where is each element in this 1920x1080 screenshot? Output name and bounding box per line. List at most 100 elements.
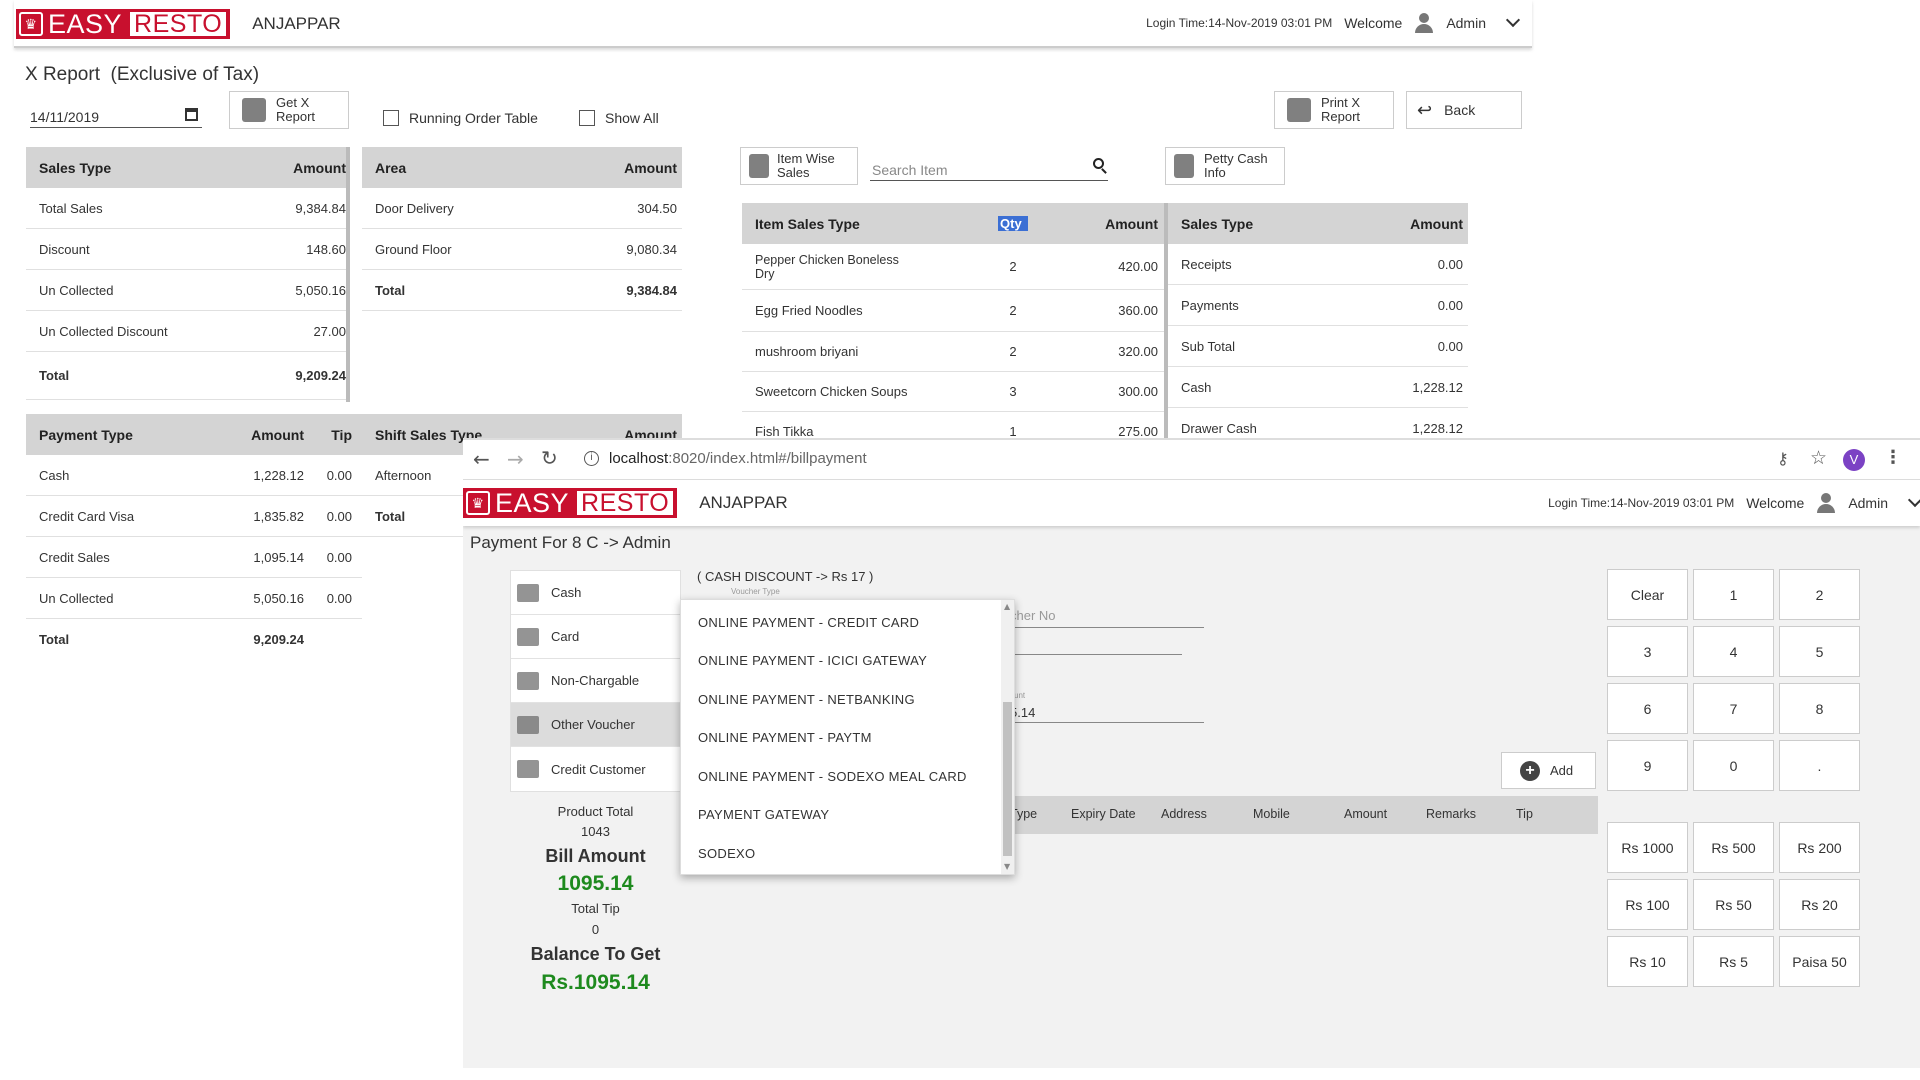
money-20[interactable]: Rs 20 xyxy=(1779,879,1860,930)
profile-avatar[interactable]: V xyxy=(1843,449,1865,471)
item-qty: 2 xyxy=(1009,344,1017,359)
method-other-voucher[interactable]: Other Voucher xyxy=(511,703,680,747)
money-200[interactable]: Rs 200 xyxy=(1779,822,1860,873)
info-icon[interactable]: i xyxy=(584,451,599,466)
row-label: Receipts xyxy=(1181,256,1232,272)
chevron-down-icon[interactable] xyxy=(1505,12,1521,28)
back-button[interactable]: ↩ Back xyxy=(1406,91,1522,129)
kebab-menu-icon[interactable]: ⋮ xyxy=(1884,447,1902,468)
dropdown-option[interactable]: ONLINE PAYMENT - SODEXO MEAL CARD xyxy=(681,757,1014,796)
dropdown-option[interactable]: ONLINE PAYMENT - NETBANKING xyxy=(681,680,1014,719)
col-header: Area xyxy=(375,159,407,176)
dropdown-option[interactable]: PAYMENT GATEWAY xyxy=(681,796,1014,835)
logo[interactable]: ♛ EASY RESTO ANJAPPAR xyxy=(16,9,341,39)
row-amount: 9,384.84 xyxy=(295,200,346,216)
card-icon xyxy=(517,627,539,646)
voucher-detail-field[interactable] xyxy=(1010,635,1182,655)
reload-icon[interactable]: ↻ xyxy=(541,446,558,470)
user-name[interactable]: Admin xyxy=(1446,15,1486,31)
checkbox-box[interactable] xyxy=(579,110,595,126)
key-9[interactable]: 9 xyxy=(1607,740,1688,791)
show-all-checkbox[interactable]: Show All xyxy=(579,110,659,126)
scrollbar-thumb[interactable] xyxy=(1003,702,1012,856)
key-3[interactable]: 3 xyxy=(1607,626,1688,677)
date-field[interactable]: 14/11/2019 xyxy=(30,104,202,128)
row-amount: 1,228.12 xyxy=(253,467,304,483)
table-row: Cash 1,228.12 xyxy=(1168,367,1468,408)
key-6[interactable]: 6 xyxy=(1607,683,1688,734)
row-label: Total xyxy=(39,631,70,647)
get-x-report-button[interactable]: Get X Report xyxy=(229,91,349,129)
back-arrow-icon[interactable]: ← xyxy=(473,447,490,471)
table-row: Un Collected 5,050.16 xyxy=(26,270,346,311)
method-card[interactable]: Card xyxy=(511,615,680,659)
table-row: Ground Floor 9,080.34 xyxy=(362,229,682,270)
checkbox-box[interactable] xyxy=(383,110,399,126)
method-label: Cash xyxy=(551,585,582,600)
customer-icon xyxy=(517,760,539,778)
method-non-chargable[interactable]: Non-Chargable xyxy=(511,659,680,703)
row-tip: 0.00 xyxy=(326,467,352,483)
dropdown-option[interactable]: ONLINE PAYMENT - CREDIT CARD xyxy=(681,603,1014,642)
url-host: localhost xyxy=(609,450,669,467)
address-bar[interactable]: localhost:8020/index.html#/billpayment xyxy=(609,450,867,467)
user-name[interactable]: Admin xyxy=(1848,495,1888,511)
col-header-qty[interactable]: Qty xyxy=(998,216,1028,231)
row-label: Ground Floor xyxy=(375,241,452,257)
app-header: ♛ EASY RESTO ANJAPPAR Login Time:14-Nov-20… xyxy=(14,0,1532,48)
print-x-report-button[interactable]: Print X Report xyxy=(1274,91,1394,129)
key-8[interactable]: 8 xyxy=(1779,683,1860,734)
money-5[interactable]: Rs 5 xyxy=(1693,936,1774,987)
back-label: Back xyxy=(1444,102,1476,118)
money-100[interactable]: Rs 100 xyxy=(1607,879,1688,930)
star-icon[interactable]: ☆ xyxy=(1810,447,1827,469)
key-0[interactable]: 0 xyxy=(1693,740,1774,791)
key-2[interactable]: 2 xyxy=(1779,569,1860,620)
chef-hat-icon: ♛ xyxy=(466,491,490,515)
dropdown-scrollbar[interactable]: ▲ ▼ xyxy=(1001,600,1014,874)
add-button[interactable]: + Add xyxy=(1501,752,1596,789)
user-icon xyxy=(1414,13,1434,33)
col-header: Expiry Date xyxy=(1071,807,1136,821)
petty-cash-info-button[interactable]: Petty Cash Info xyxy=(1165,147,1285,185)
chevron-down-icon[interactable] xyxy=(1907,492,1920,508)
money-1000[interactable]: Rs 1000 xyxy=(1607,822,1688,873)
item-wise-sales-button[interactable]: Item Wise Sales xyxy=(740,147,858,185)
row-amount: 0.00 xyxy=(1437,256,1463,272)
logo[interactable]: ♛ EASY RESTO ANJAPPAR xyxy=(463,488,788,518)
money-50[interactable]: Rs 50 xyxy=(1693,879,1774,930)
table-row: Total Sales 9,384.84 xyxy=(26,188,346,229)
key-4[interactable]: 4 xyxy=(1693,626,1774,677)
method-cash[interactable]: Cash xyxy=(511,571,680,615)
dropdown-option[interactable]: SODEXO xyxy=(681,834,1014,873)
key-clear[interactable]: Clear xyxy=(1607,569,1688,620)
calendar-icon[interactable] xyxy=(185,108,198,121)
money-10[interactable]: Rs 10 xyxy=(1607,936,1688,987)
key-7[interactable]: 7 xyxy=(1693,683,1774,734)
forward-arrow-icon[interactable]: → xyxy=(507,447,524,471)
key-5[interactable]: 5 xyxy=(1779,626,1860,677)
amount-field[interactable]: 5.14 xyxy=(1010,705,1204,723)
table-row-total: Total 9,209.24 xyxy=(26,619,362,647)
scroll-down-icon[interactable]: ▼ xyxy=(1004,862,1010,871)
bill-amount-label: Bill Amount xyxy=(545,846,646,866)
key-1[interactable]: 1 xyxy=(1693,569,1774,620)
row-label: Total xyxy=(375,282,406,298)
key-dot[interactable]: . xyxy=(1779,740,1860,791)
running-order-table-checkbox[interactable]: Running Order Table xyxy=(383,110,538,126)
voucher-type-dropdown[interactable]: ONLINE PAYMENT - CREDIT CARD ONLINE PAYM… xyxy=(680,599,1015,875)
method-credit-customer[interactable]: Credit Customer xyxy=(511,747,680,791)
row-label: Un Collected xyxy=(39,282,114,298)
voucher-no-field[interactable]: cher No xyxy=(1010,608,1204,628)
dropdown-option[interactable]: ONLINE PAYMENT - ICICI GATEWAY xyxy=(681,642,1014,681)
item-wise-label: Item Wise Sales xyxy=(777,151,835,180)
search-item-input[interactable]: Search Item xyxy=(870,154,1108,181)
dropdown-option[interactable]: ONLINE PAYMENT - PAYTM xyxy=(681,719,1014,758)
running-order-label: Running Order Table xyxy=(409,110,538,126)
key-icon[interactable]: ⚷ xyxy=(1777,449,1789,468)
money-500[interactable]: Rs 500 xyxy=(1693,822,1774,873)
table-row: Cash 1,228.12 0.00 xyxy=(26,455,362,496)
scroll-up-icon[interactable]: ▲ xyxy=(1004,602,1010,611)
money-paisa-50[interactable]: Paisa 50 xyxy=(1779,936,1860,987)
table-row: Egg Fried Noodles 2 360.00 xyxy=(742,290,1164,332)
